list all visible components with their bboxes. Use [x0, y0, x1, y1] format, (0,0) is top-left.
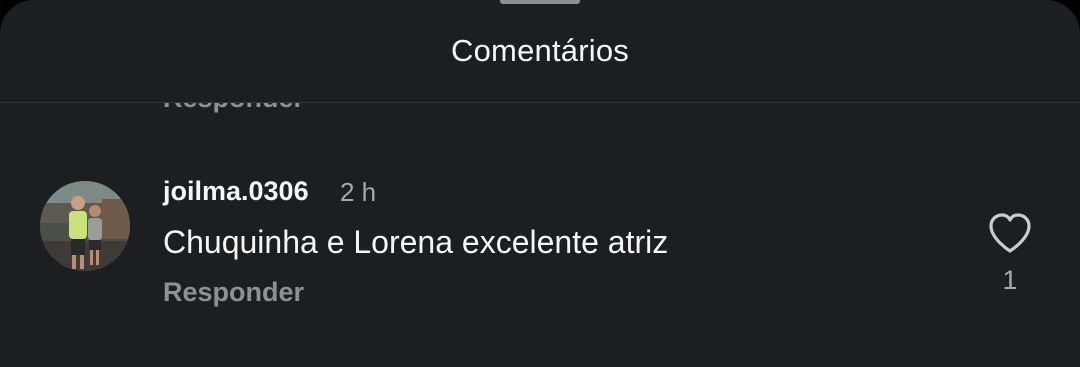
- comment-username[interactable]: joilma.0306: [163, 176, 309, 207]
- comment-text: Chuquinha e Lorena excelente atriz: [163, 224, 669, 260]
- comments-list[interactable]: Responder: [0, 103, 1080, 367]
- avatar[interactable]: [40, 181, 130, 271]
- comment-timestamp: 2 h: [340, 177, 377, 207]
- like-count: 1: [1002, 265, 1018, 295]
- previous-comment-reply-link[interactable]: Responder: [163, 103, 304, 114]
- comment-item: joilma.0306 2 h Chuquinha e Lorena excel…: [0, 173, 1080, 323]
- comments-sheet: Comentários Responder: [0, 0, 1080, 367]
- reply-button[interactable]: Responder: [163, 277, 304, 308]
- sheet-title: Comentários: [451, 33, 629, 68]
- drag-handle[interactable]: [500, 0, 580, 4]
- heart-outline-icon: [989, 213, 1031, 253]
- like-button[interactable]: [986, 211, 1034, 255]
